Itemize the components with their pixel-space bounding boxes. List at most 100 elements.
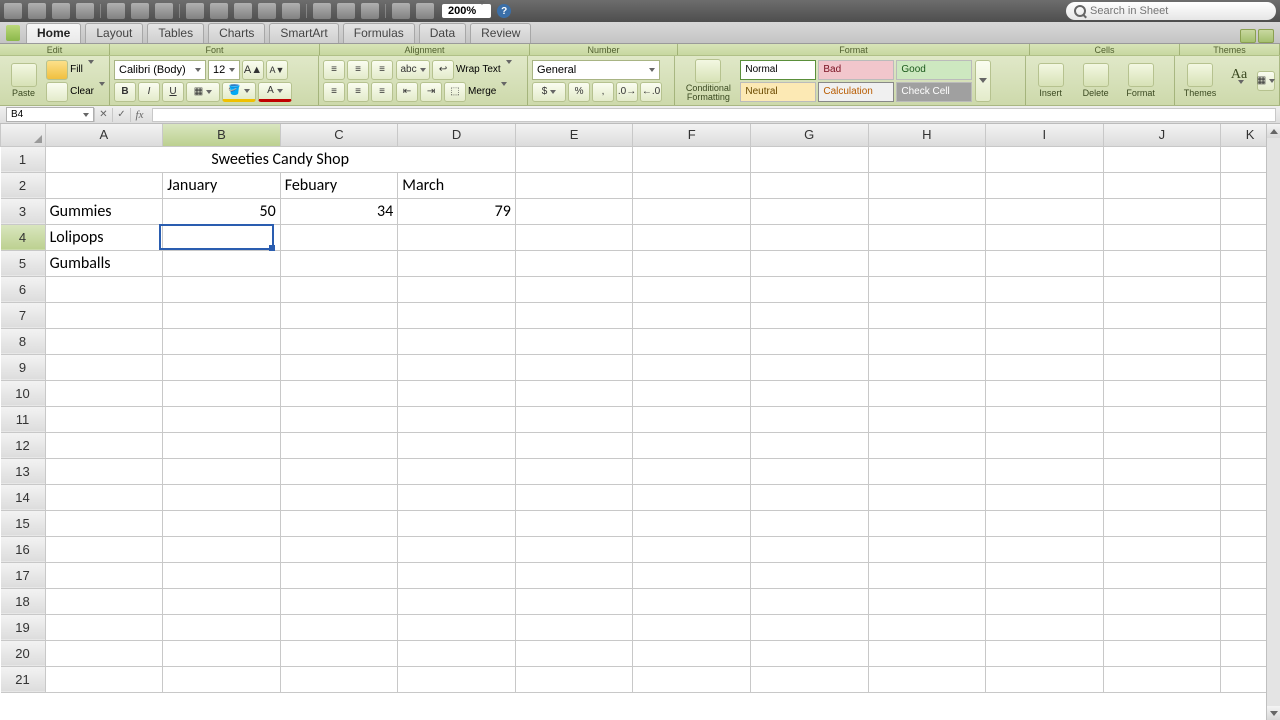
tab-review[interactable]: Review: [470, 23, 531, 43]
cell[interactable]: [515, 302, 633, 328]
row-header[interactable]: 1: [1, 146, 46, 172]
style-neutral[interactable]: Neutral: [740, 82, 816, 102]
cell[interactable]: [986, 588, 1104, 614]
cell[interactable]: [986, 172, 1104, 198]
cell[interactable]: [515, 328, 633, 354]
style-calculation[interactable]: Calculation: [818, 82, 894, 102]
cell[interactable]: [398, 640, 516, 666]
grow-font-button[interactable]: A▲: [242, 60, 264, 80]
cell[interactable]: [750, 146, 868, 172]
italic-button[interactable]: I: [138, 82, 160, 102]
cell[interactable]: [1103, 406, 1221, 432]
vertical-scrollbar[interactable]: [1266, 124, 1280, 720]
align-center-button[interactable]: ≡: [347, 82, 369, 102]
column-header[interactable]: A: [45, 124, 163, 146]
cell[interactable]: [45, 666, 163, 692]
spreadsheet-grid[interactable]: ABCDEFGHIJK 1Sweeties Candy Shop2January…: [0, 124, 1280, 693]
help-icon[interactable]: ?: [497, 4, 511, 18]
cell[interactable]: [398, 510, 516, 536]
row-header[interactable]: 20: [1, 640, 46, 666]
cell[interactable]: [1103, 250, 1221, 276]
cell[interactable]: [868, 172, 986, 198]
border-button[interactable]: ▦: [186, 82, 220, 102]
cell[interactable]: [750, 250, 868, 276]
row-header[interactable]: 8: [1, 328, 46, 354]
qat-icon[interactable]: [186, 3, 204, 19]
formula-input[interactable]: [152, 108, 1276, 122]
cell[interactable]: [45, 302, 163, 328]
paste-button[interactable]: Paste: [4, 63, 43, 98]
column-header[interactable]: D: [398, 124, 516, 146]
cell[interactable]: [280, 380, 398, 406]
cell[interactable]: [398, 380, 516, 406]
cell[interactable]: [280, 250, 398, 276]
qat-save-icon[interactable]: [4, 3, 22, 19]
cell[interactable]: [633, 328, 751, 354]
cell[interactable]: [280, 458, 398, 484]
row-header[interactable]: 17: [1, 562, 46, 588]
cell[interactable]: [750, 562, 868, 588]
cell[interactable]: [868, 380, 986, 406]
cell[interactable]: [163, 250, 281, 276]
tab-data[interactable]: Data: [419, 23, 466, 43]
cell[interactable]: [163, 510, 281, 536]
merge-dropdown-icon[interactable]: [498, 86, 507, 98]
cell[interactable]: [633, 276, 751, 302]
cell[interactable]: [1103, 432, 1221, 458]
cell[interactable]: [868, 250, 986, 276]
cell[interactable]: [986, 328, 1104, 354]
cell[interactable]: [515, 380, 633, 406]
cell[interactable]: [633, 536, 751, 562]
name-box[interactable]: B4: [6, 107, 94, 122]
cell[interactable]: [868, 276, 986, 302]
qat-undo-icon[interactable]: [28, 3, 46, 19]
cell[interactable]: Gumballs: [45, 250, 163, 276]
cell[interactable]: [280, 536, 398, 562]
increase-decimal-button[interactable]: .0→: [616, 82, 638, 102]
cell[interactable]: [1103, 172, 1221, 198]
qat-paste-icon[interactable]: [131, 3, 149, 19]
cell[interactable]: [398, 302, 516, 328]
comma-button[interactable]: ,: [592, 82, 614, 102]
qat-icon[interactable]: [313, 3, 331, 19]
qat-icon[interactable]: [234, 3, 252, 19]
row-header[interactable]: 9: [1, 354, 46, 380]
cell[interactable]: [515, 172, 633, 198]
tab-tables[interactable]: Tables: [147, 23, 204, 43]
qat-icon[interactable]: [282, 3, 300, 19]
style-bad[interactable]: Bad: [818, 60, 894, 80]
cell[interactable]: [398, 588, 516, 614]
align-bottom-button[interactable]: ≡: [371, 60, 393, 80]
cell[interactable]: 34: [280, 198, 398, 224]
style-check-cell[interactable]: Check Cell: [896, 82, 972, 102]
row-header[interactable]: 3: [1, 198, 46, 224]
cell[interactable]: [398, 666, 516, 692]
cell[interactable]: [986, 302, 1104, 328]
cell[interactable]: [515, 198, 633, 224]
font-color-button[interactable]: A: [258, 82, 292, 102]
cell[interactable]: [750, 198, 868, 224]
qat-filter-icon[interactable]: [416, 3, 434, 19]
search-box[interactable]: [1066, 2, 1276, 20]
cell[interactable]: [163, 302, 281, 328]
cell[interactable]: [515, 354, 633, 380]
cell[interactable]: [280, 614, 398, 640]
cell[interactable]: [45, 276, 163, 302]
cell[interactable]: [163, 406, 281, 432]
qat-sum-icon[interactable]: [361, 3, 379, 19]
column-header[interactable]: E: [515, 124, 633, 146]
cell[interactable]: [515, 250, 633, 276]
insert-function-button[interactable]: fx: [130, 108, 148, 122]
cell[interactable]: [633, 198, 751, 224]
column-header[interactable]: B: [163, 124, 281, 146]
cell[interactable]: [163, 380, 281, 406]
cell[interactable]: [750, 432, 868, 458]
cell[interactable]: [1103, 276, 1221, 302]
cell[interactable]: [515, 588, 633, 614]
cell[interactable]: [398, 614, 516, 640]
cell[interactable]: [986, 458, 1104, 484]
number-format-select[interactable]: General: [532, 60, 660, 80]
cell[interactable]: [750, 640, 868, 666]
cell[interactable]: [868, 224, 986, 250]
scroll-up-button[interactable]: [1267, 124, 1280, 138]
